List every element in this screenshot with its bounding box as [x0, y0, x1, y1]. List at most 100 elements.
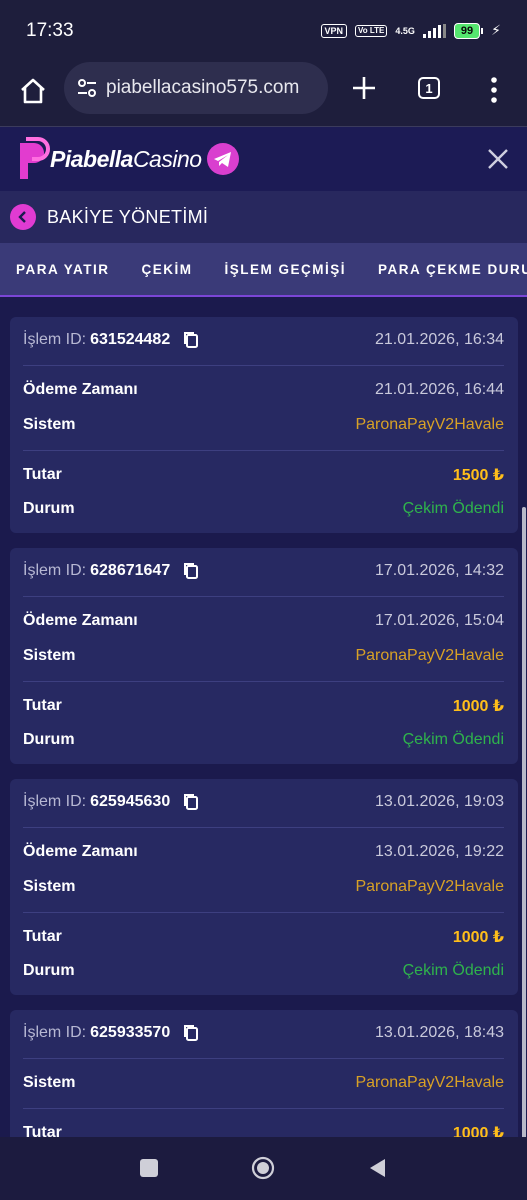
divider — [23, 912, 504, 913]
charging-icon: ⚡ — [491, 22, 501, 38]
status-value: Çekim Ödendi — [402, 962, 504, 979]
transaction-id: 628671647 — [90, 562, 171, 580]
status-row: Durum Çekim Ödendi — [23, 728, 504, 752]
status-time: 17:33 — [26, 20, 74, 41]
amount-row: Tutar 1000 ₺ — [23, 1121, 504, 1137]
transaction-list[interactable]: İşlem ID: 631524482 21.01.2026, 16:34 Öde… — [0, 297, 527, 1137]
status-value: Çekim Ödendi — [402, 731, 504, 748]
vpn-badge: VPN — [320, 23, 348, 38]
system-label: Sistem — [23, 416, 76, 433]
battery-level: 99 — [453, 22, 481, 39]
logo-mark-icon — [20, 137, 50, 179]
home-icon[interactable] — [16, 74, 50, 108]
section-header: BAKİYE YÖNETİMİ — [0, 191, 527, 243]
divider — [23, 681, 504, 682]
status-row: Durum Çekim Ödendi — [23, 497, 504, 521]
divider — [23, 450, 504, 451]
tab-withdraw-status[interactable]: PARA ÇEKME DURUMU — [378, 262, 527, 277]
payment-time-row: Ödeme Zamanı 13.01.2026, 19:22 — [23, 840, 504, 864]
transaction-id: 631524482 — [90, 331, 171, 349]
status-bar: 17:33 VPN Vo LTE 4.5G 99 ⚡ — [0, 0, 527, 60]
transaction-id: 625945630 — [90, 793, 171, 811]
system-value: ParonaPayV2Havale — [355, 1074, 504, 1091]
payment-time-value: 17.01.2026, 15:04 — [374, 612, 504, 629]
payment-time-value: 13.01.2026, 19:22 — [374, 843, 504, 860]
divider — [23, 827, 504, 828]
amount-value: 1000 ₺ — [452, 698, 504, 715]
system-row: Sistem ParonaPayV2Havale — [23, 644, 504, 668]
card-header-row: İşlem ID: 625945630 13.01.2026, 19:03 — [23, 790, 504, 814]
page-title: BAKİYE YÖNETİMİ — [47, 207, 209, 227]
system-label: Sistem — [23, 1074, 76, 1091]
payment-time-label: Ödeme Zamanı — [23, 612, 138, 629]
transaction-card: İşlem ID: 628671647 17.01.2026, 14:32 Öde… — [10, 548, 518, 764]
back-button[interactable] — [10, 204, 36, 230]
card-header-row: İşlem ID: 628671647 17.01.2026, 14:32 — [23, 559, 504, 583]
amount-label: Tutar — [23, 1124, 62, 1137]
system-row: Sistem ParonaPayV2Havale — [23, 413, 504, 437]
id-label: İşlem ID: — [23, 331, 87, 349]
copy-icon[interactable] — [183, 562, 199, 580]
divider — [23, 1108, 504, 1109]
url-text: piabellacasino575.com — [106, 77, 300, 98]
transaction-date: 13.01.2026, 19:03 — [374, 793, 504, 810]
system-value: ParonaPayV2Havale — [355, 416, 504, 433]
transaction-date: 13.01.2026, 18:43 — [374, 1024, 504, 1041]
tab-switcher-button[interactable]: 1 — [418, 77, 440, 99]
recents-button[interactable] — [140, 1159, 158, 1177]
payment-time-row: Ödeme Zamanı 21.01.2026, 16:44 — [23, 378, 504, 402]
status-icons: VPN Vo LTE 4.5G 99 ⚡ — [320, 22, 501, 39]
tab-withdraw[interactable]: ÇEKİM — [142, 262, 193, 277]
system-row: Sistem ParonaPayV2Havale — [23, 875, 504, 899]
transaction-date: 21.01.2026, 16:34 — [374, 331, 504, 348]
card-header-row: İşlem ID: 631524482 21.01.2026, 16:34 — [23, 328, 504, 352]
system-row: Sistem ParonaPayV2Havale — [23, 1071, 504, 1095]
amount-label: Tutar — [23, 466, 62, 483]
back-nav-icon[interactable] — [367, 1157, 387, 1179]
new-tab-icon[interactable] — [350, 74, 378, 102]
tab-history[interactable]: İŞLEM GEÇMİŞİ — [225, 262, 347, 277]
payment-time-value: 21.01.2026, 16:44 — [374, 381, 504, 398]
system-label: Sistem — [23, 878, 76, 895]
close-icon[interactable] — [487, 148, 509, 170]
address-bar[interactable]: piabellacasino575.com — [64, 62, 328, 114]
home-nav-icon[interactable] — [251, 1156, 275, 1180]
transaction-id: 625933570 — [90, 1024, 171, 1042]
amount-row: Tutar 1500 ₺ — [23, 463, 504, 487]
more-menu-icon[interactable] — [488, 76, 500, 104]
logo-text: PiabellaCasino — [50, 145, 202, 172]
system-nav-bar — [0, 1137, 527, 1200]
id-label: İşlem ID: — [23, 1024, 87, 1042]
transaction-card: İşlem ID: 631524482 21.01.2026, 16:34 Öde… — [10, 317, 518, 533]
divider — [23, 596, 504, 597]
status-label: Durum — [23, 500, 75, 517]
id-label: İşlem ID: — [23, 793, 87, 811]
copy-icon[interactable] — [183, 1024, 199, 1042]
volte-badge: Vo LTE — [355, 24, 388, 37]
transaction-date: 17.01.2026, 14:32 — [374, 562, 504, 579]
system-value: ParonaPayV2Havale — [355, 878, 504, 895]
amount-label: Tutar — [23, 697, 62, 714]
scrollbar[interactable] — [522, 507, 526, 1137]
transaction-card: İşlem ID: 625933570 13.01.2026, 18:43 Sis… — [10, 1010, 518, 1137]
status-label: Durum — [23, 731, 75, 748]
network-type: 4.5G — [395, 25, 415, 36]
amount-value: 1500 ₺ — [452, 467, 504, 484]
system-label: Sistem — [23, 647, 76, 664]
telegram-icon[interactable] — [206, 142, 240, 176]
browser-toolbar: piabellacasino575.com 1 — [0, 60, 527, 127]
amount-value: 1000 ₺ — [452, 1125, 504, 1137]
status-label: Durum — [23, 962, 75, 979]
amount-row: Tutar 1000 ₺ — [23, 694, 504, 718]
amount-row: Tutar 1000 ₺ — [23, 925, 504, 949]
payment-time-label: Ödeme Zamanı — [23, 381, 138, 398]
site-settings-icon[interactable] — [76, 77, 98, 99]
tab-deposit[interactable]: PARA YATIR — [16, 262, 110, 277]
copy-icon[interactable] — [183, 793, 199, 811]
site-logo[interactable]: PiabellaCasino — [16, 135, 240, 183]
payment-time-label: Ödeme Zamanı — [23, 843, 138, 860]
copy-icon[interactable] — [183, 331, 199, 349]
battery-icon: 99 — [453, 22, 484, 39]
tab-bar: PARA YATIR ÇEKİM İŞLEM GEÇMİŞİ PARA ÇEKM… — [0, 243, 527, 297]
site-header: PiabellaCasino — [0, 127, 527, 191]
